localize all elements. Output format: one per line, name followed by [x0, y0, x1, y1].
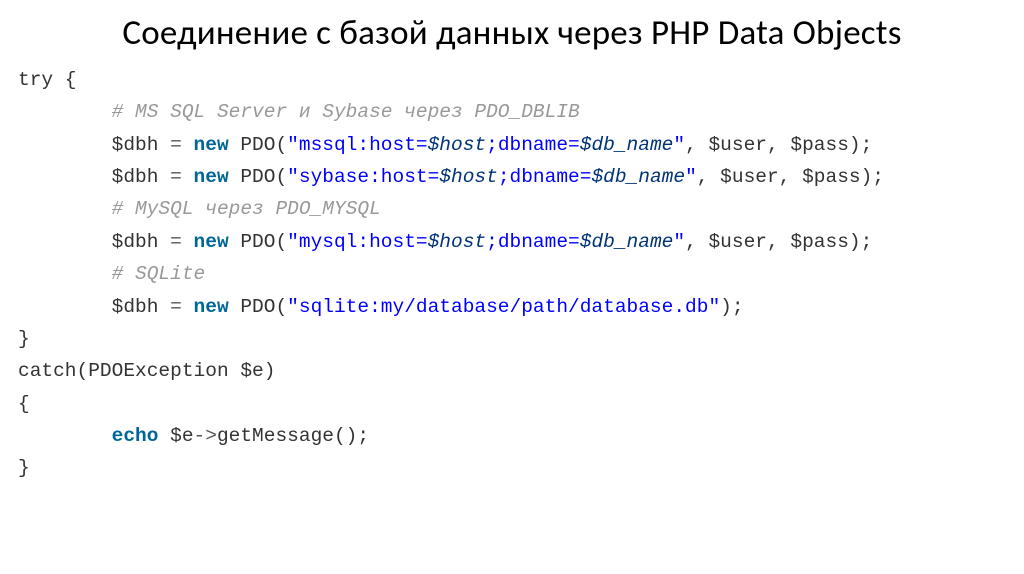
- comma: ,: [767, 134, 790, 156]
- var-pass: $pass: [802, 166, 861, 188]
- keyword-try: try: [18, 69, 53, 91]
- keyword-new: new: [194, 231, 229, 253]
- string: "mysql:host=: [287, 231, 427, 253]
- indent: [18, 231, 112, 253]
- brace-close: }: [18, 328, 30, 350]
- class-pdo: PDO(: [229, 166, 288, 188]
- indent: [18, 101, 112, 123]
- var-db: $db_name: [580, 134, 674, 156]
- op-eq: =: [170, 166, 193, 188]
- indent: [18, 263, 112, 285]
- keyword-new: new: [194, 166, 229, 188]
- op-eq: =: [170, 231, 193, 253]
- var-pass: $pass: [790, 134, 849, 156]
- brace-open: {: [53, 69, 76, 91]
- string: ": [673, 134, 685, 156]
- catch-args-close: ): [264, 360, 276, 382]
- comma: ,: [697, 166, 720, 188]
- code-block: try { # MS SQL Server и Sybase через PDO…: [18, 64, 1006, 485]
- var-dbh: $dbh: [112, 231, 171, 253]
- op-arrow: ->: [194, 425, 217, 447]
- indent: [18, 134, 112, 156]
- var-user: $user: [708, 231, 767, 253]
- rparen-semi: );: [861, 166, 884, 188]
- comma: ,: [685, 134, 708, 156]
- string: ": [685, 166, 697, 188]
- indent: [18, 166, 112, 188]
- comment: # SQLite: [112, 263, 206, 285]
- page-title: Соединение с базой данных через PHP Data…: [18, 12, 1006, 54]
- keyword-new: new: [194, 296, 229, 318]
- brace-open: {: [18, 393, 30, 415]
- var-host: $host: [428, 134, 487, 156]
- string: ;dbname=: [486, 231, 580, 253]
- var-user: $user: [708, 134, 767, 156]
- func-getmessage: getMessage();: [217, 425, 369, 447]
- comma: ,: [779, 166, 802, 188]
- var-db: $db_name: [591, 166, 685, 188]
- var-user: $user: [720, 166, 779, 188]
- string: "sybase:host=: [287, 166, 439, 188]
- var-dbh: $dbh: [112, 166, 171, 188]
- keyword-catch: catch: [18, 360, 77, 382]
- string: ;dbname=: [486, 134, 580, 156]
- keyword-echo: echo: [112, 425, 159, 447]
- var-pass: $pass: [790, 231, 849, 253]
- indent: [18, 198, 112, 220]
- rparen-semi: );: [849, 231, 872, 253]
- op-eq: =: [170, 134, 193, 156]
- string: ": [673, 231, 685, 253]
- indent: [18, 425, 112, 447]
- comment: # MySQL через PDO_MYSQL: [112, 198, 381, 220]
- comma: ,: [767, 231, 790, 253]
- var-dbh: $dbh: [112, 134, 171, 156]
- comma: ,: [685, 231, 708, 253]
- string: ;dbname=: [498, 166, 592, 188]
- string: "mssql:host=: [287, 134, 427, 156]
- var-e: $e: [240, 360, 263, 382]
- class-pdo: PDO(: [229, 134, 288, 156]
- catch-args: (PDOException: [77, 360, 241, 382]
- var-host: $host: [428, 231, 487, 253]
- keyword-new: new: [194, 134, 229, 156]
- class-pdo: PDO(: [229, 231, 288, 253]
- var-db: $db_name: [580, 231, 674, 253]
- var-e: $e: [170, 425, 193, 447]
- sp: [158, 425, 170, 447]
- op-eq: =: [170, 296, 193, 318]
- rparen-semi: );: [849, 134, 872, 156]
- var-dbh: $dbh: [112, 296, 171, 318]
- indent: [18, 296, 112, 318]
- var-host: $host: [439, 166, 498, 188]
- string: "sqlite:my/database/path/database.db": [287, 296, 720, 318]
- brace-close: }: [18, 457, 30, 479]
- comment: # MS SQL Server и Sybase через PDO_DBLIB: [112, 101, 580, 123]
- class-pdo: PDO(: [229, 296, 288, 318]
- rparen-semi: );: [720, 296, 743, 318]
